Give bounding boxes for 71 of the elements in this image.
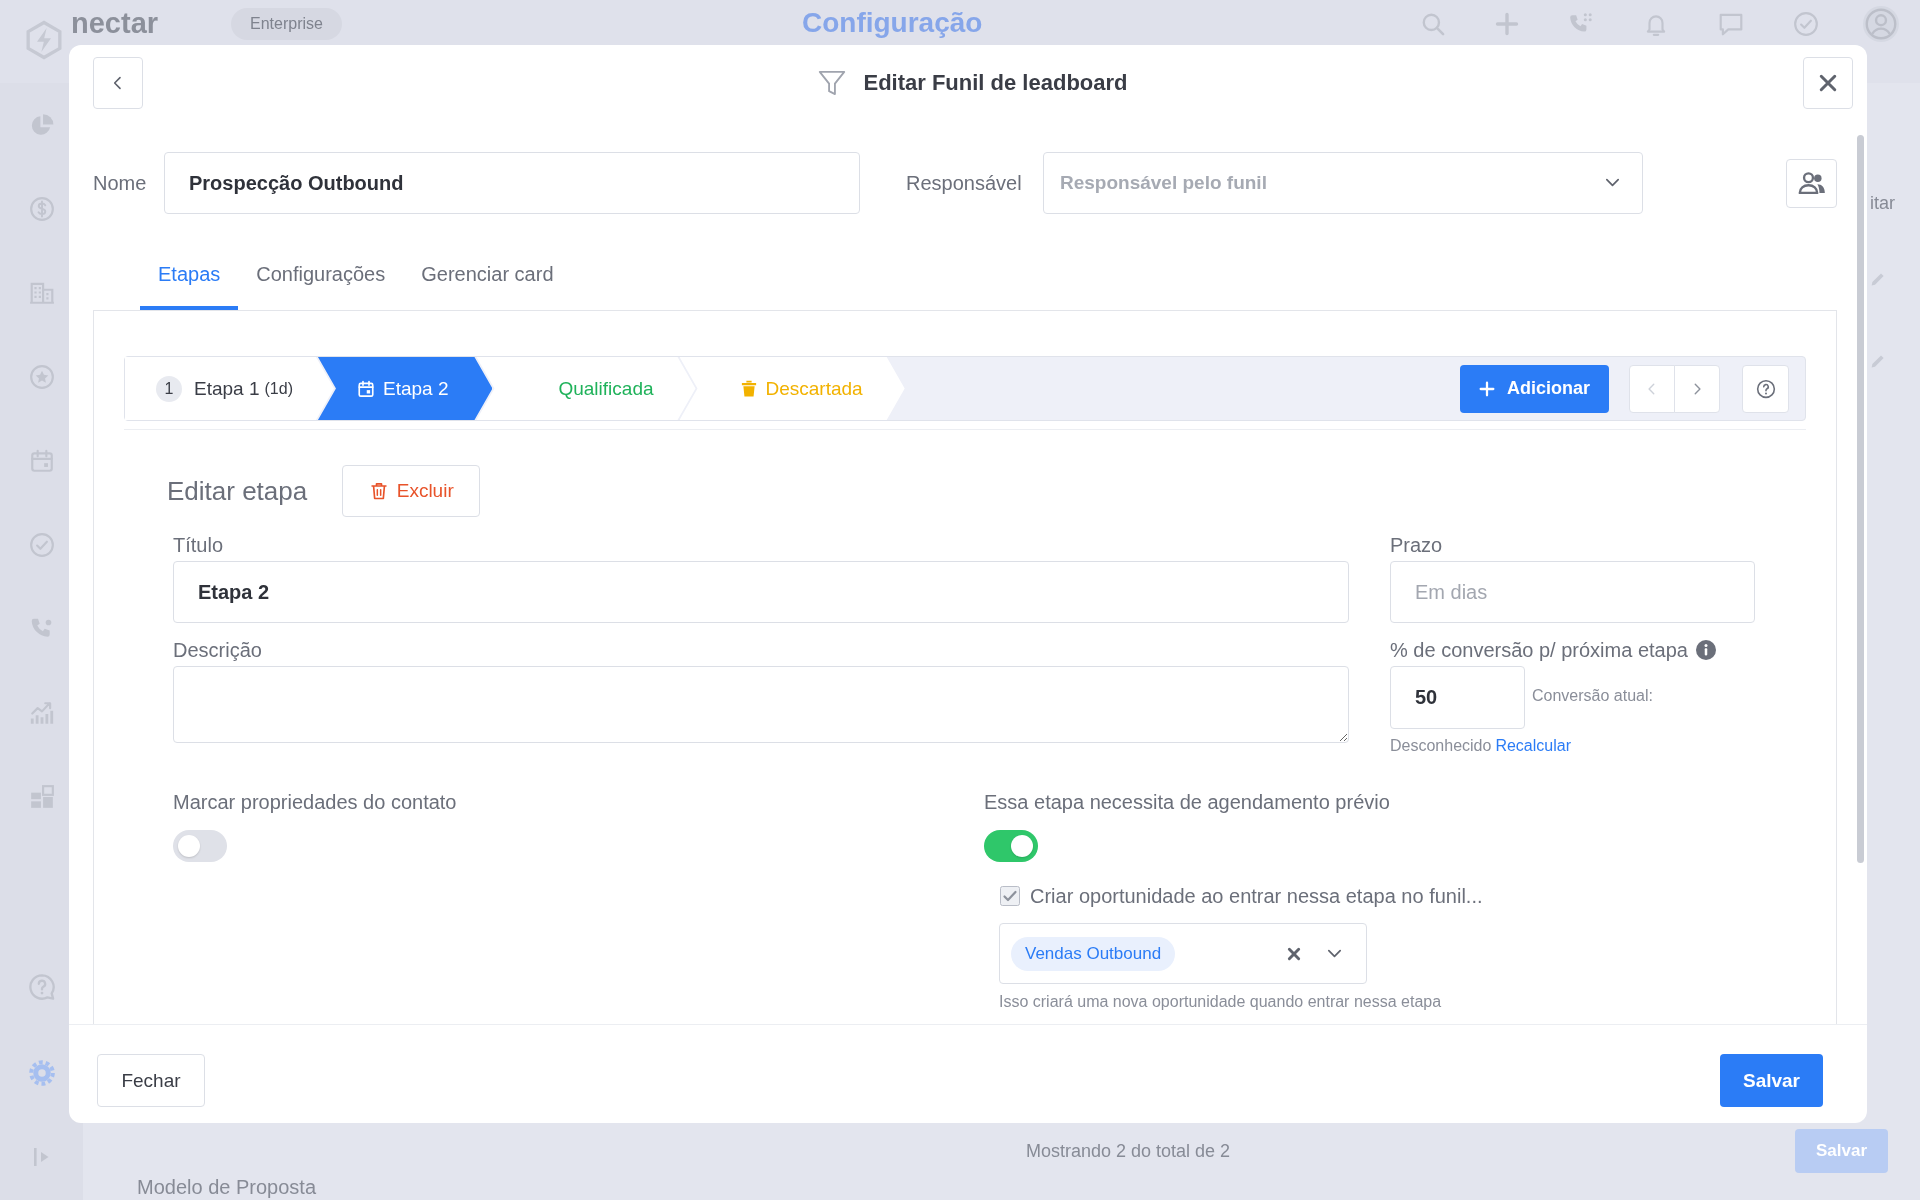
create-opportunity-label: Criar oportunidade ao entrar nessa etapa no funil...	[1030, 885, 1483, 907]
title-label: Título	[173, 534, 224, 556]
check-circle-icon[interactable]	[28, 532, 55, 558]
name-label: Nome	[93, 171, 148, 195]
current-conversion-label: Conversão atual:	[1532, 685, 1653, 705]
back-button[interactable]	[93, 56, 143, 109]
check-circle-icon[interactable]	[1792, 11, 1819, 37]
step-number: 1	[156, 375, 182, 402]
calendar-icon	[356, 379, 375, 398]
settings-icon[interactable]	[27, 1059, 56, 1087]
section-heading: Editar etapa	[167, 476, 308, 506]
mark-properties-label: Marcar propriedades do contato	[173, 791, 457, 813]
conversion-status: Desconhecido	[1390, 736, 1492, 755]
logo-icon	[24, 20, 64, 60]
help-icon[interactable]	[27, 973, 56, 1001]
info-icon[interactable]	[1695, 640, 1716, 660]
help-button[interactable]	[1742, 364, 1789, 413]
clear-icon[interactable]	[1287, 946, 1301, 961]
recalculate-link[interactable]: Recalcular	[1495, 736, 1571, 755]
edit-link[interactable]: itar	[1870, 193, 1895, 214]
title-field[interactable]: Etapa 2	[173, 561, 1349, 623]
tab[interactable]: Etapas	[140, 250, 239, 310]
people-icon	[1797, 169, 1826, 197]
description-label: Descrição	[173, 639, 262, 661]
funnel-icon	[818, 68, 847, 97]
logo-text: nectar	[71, 6, 159, 40]
stage-step[interactable]: 1 Etapa 1 (1d)	[125, 357, 334, 420]
conversion-field[interactable]: 50	[1390, 666, 1525, 729]
help-icon	[1755, 378, 1776, 399]
scheduling-label: Essa etapa necessita de agendamento prévio	[984, 791, 1390, 813]
scrollbar-thumb[interactable]	[1857, 135, 1864, 863]
user-avatar-icon[interactable]	[1862, 6, 1899, 42]
next-button[interactable]	[1674, 364, 1720, 413]
close-icon	[1819, 73, 1837, 92]
trash-icon	[739, 379, 758, 398]
delete-button[interactable]: Excluir	[342, 465, 481, 517]
plus-icon[interactable]	[1494, 12, 1519, 36]
save-button[interactable]: Salvar	[1720, 1054, 1823, 1107]
plan-badge: Enterprise	[231, 8, 342, 40]
team-button[interactable]	[1786, 158, 1837, 208]
footer-close-button[interactable]: Fechar	[97, 1054, 205, 1107]
growth-chart-icon[interactable]	[28, 700, 55, 726]
funnel-select[interactable]: Vendas Outbound	[999, 923, 1367, 984]
stage-step[interactable]: Etapa 2	[317, 357, 493, 420]
description-field[interactable]	[173, 666, 1349, 743]
opportunity-hint: Isso criará uma nova oportunidade quando entrar nessa etapa	[999, 992, 1442, 1011]
scheduling-toggle[interactable]	[984, 830, 1038, 862]
mark-properties-toggle[interactable]	[173, 830, 227, 862]
add-stage-button[interactable]: Adicionar	[1460, 364, 1609, 413]
pagination-text: Mostrando 2 do total de 2	[1026, 1140, 1231, 1162]
tab[interactable]: Gerenciar card	[403, 250, 572, 310]
page-title: Configuração	[801, 6, 983, 40]
stage-step[interactable]: Qualificada	[476, 357, 696, 420]
close-button[interactable]	[1803, 56, 1853, 109]
calendar-icon[interactable]	[28, 448, 55, 474]
owner-select[interactable]: Responsável pelo funil	[1043, 152, 1643, 214]
conversion-label: % de conversão p/ próxima etapa	[1390, 639, 1688, 661]
name-field[interactable]: Prospecção Outbound	[164, 152, 860, 214]
tab[interactable]: Configurações	[238, 250, 404, 310]
deadline-field[interactable]: Em dias	[1390, 561, 1755, 623]
owner-label: Responsável	[906, 171, 1023, 195]
chat-icon[interactable]	[1717, 11, 1744, 37]
dollar-icon[interactable]	[28, 196, 55, 222]
checkbox[interactable]	[1000, 886, 1020, 906]
modal-title: Editar Funil de leadboard	[863, 69, 1128, 96]
row-title: Modelo de Proposta	[137, 1176, 316, 1198]
funnel-tag: Vendas Outbound	[1011, 936, 1176, 971]
dashboard-icon[interactable]	[28, 784, 55, 810]
deadline-label: Prazo	[1390, 534, 1443, 556]
plus-icon	[1479, 380, 1495, 397]
building-icon[interactable]	[28, 280, 55, 306]
